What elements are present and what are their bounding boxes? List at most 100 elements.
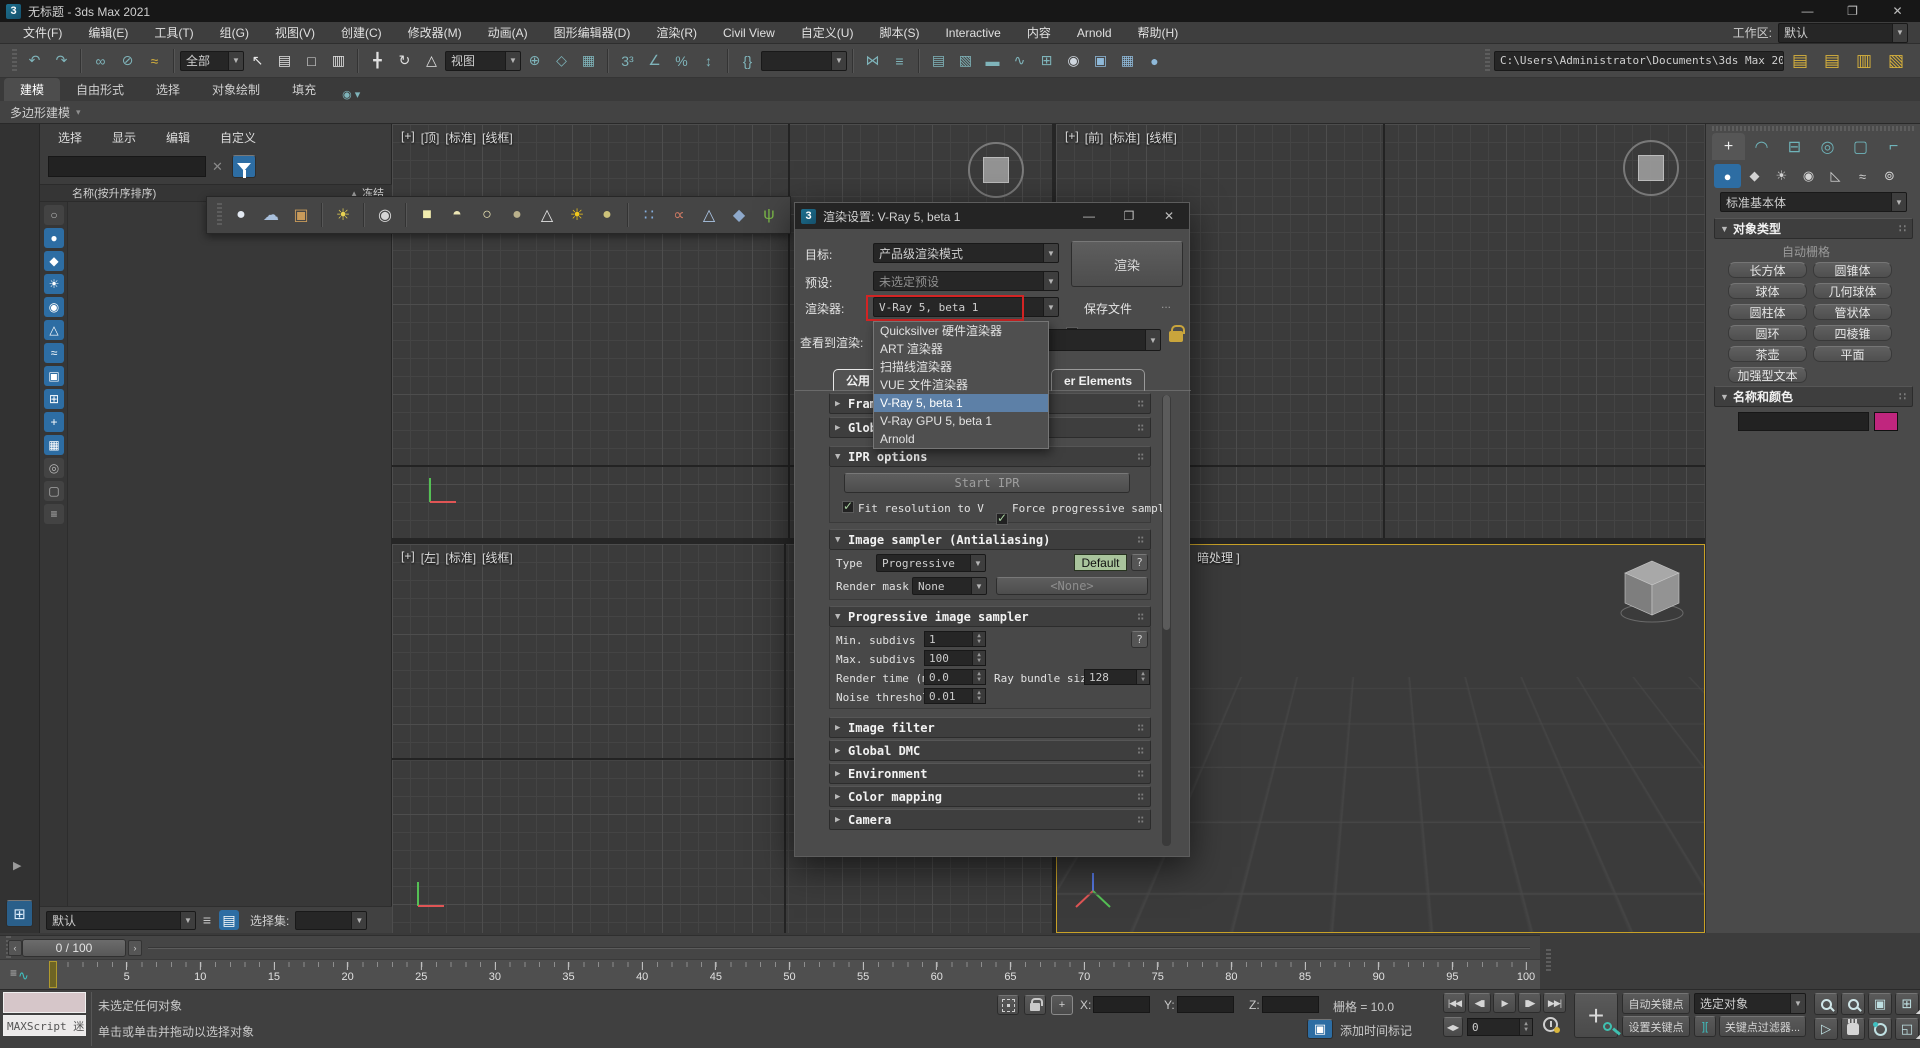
- primitive-button[interactable]: 平面: [1813, 346, 1892, 362]
- ribbon-panel-title[interactable]: 多边形建模: [10, 104, 70, 121]
- vray-plane-light-icon[interactable]: ■: [412, 201, 442, 229]
- object-name-field[interactable]: [1738, 412, 1869, 431]
- primitive-button[interactable]: 长方体: [1728, 262, 1807, 278]
- vray-fur-icon[interactable]: ψ: [754, 201, 784, 229]
- schematic-view-icon[interactable]: ⊞: [1034, 48, 1059, 73]
- play-icon[interactable]: ▶: [1493, 993, 1516, 1013]
- use-pivot-center-icon[interactable]: ⊕: [522, 48, 547, 73]
- toolbar-grip[interactable]: [1546, 949, 1551, 973]
- display-xrefs-icon[interactable]: ⊞: [44, 389, 64, 409]
- display-materials-icon[interactable]: ◎: [44, 458, 64, 478]
- select-and-manipulate-icon[interactable]: ◇: [549, 48, 574, 73]
- help-button[interactable]: ?: [1131, 554, 1148, 571]
- viewport-label-token[interactable]: [线框]: [1146, 129, 1177, 146]
- display-tab[interactable]: ▢: [1844, 133, 1877, 160]
- toolbar-grip[interactable]: [1485, 49, 1490, 73]
- undo-icon[interactable]: ↶: [22, 48, 47, 73]
- toggle-layer-explorer-icon[interactable]: ▧: [953, 48, 978, 73]
- selection-set-dropdown[interactable]: ▼: [295, 911, 367, 930]
- menu-item[interactable]: Arnold: [1064, 22, 1125, 44]
- select-and-scale-icon[interactable]: △: [419, 48, 444, 73]
- default-button[interactable]: Default: [1074, 554, 1127, 571]
- absolute-mode-toggle-icon[interactable]: +: [1051, 995, 1073, 1015]
- menu-item[interactable]: 文件(F): [10, 22, 75, 44]
- keyboard-shortcut-override-icon[interactable]: ▦: [576, 48, 601, 73]
- start-ipr-button[interactable]: Start IPR: [844, 473, 1130, 493]
- track-bar-ruler[interactable]: 0510152025303540455055606570758085909510…: [53, 960, 1526, 990]
- dialog-close-button[interactable]: ✕: [1149, 203, 1189, 229]
- vray-sun-icon[interactable]: ☀: [562, 201, 592, 229]
- max-subdivs-field[interactable]: 100▲▼: [924, 650, 986, 666]
- space-warps-icon[interactable]: ≈: [1849, 164, 1876, 188]
- viewport-label-token[interactable]: [顶]: [421, 129, 440, 146]
- hierarchy-view-icon[interactable]: ▤: [219, 910, 239, 930]
- motion-tab[interactable]: ◎: [1811, 133, 1844, 160]
- render-time-field[interactable]: 0.0▲▼: [924, 669, 986, 685]
- dialog-scrollbar[interactable]: [1162, 395, 1171, 846]
- dialog-maximize-button[interactable]: ❐: [1109, 203, 1149, 229]
- renderer-dropdown[interactable]: V-Ray 5, beta 1 ▼: [873, 297, 1059, 317]
- zoom-extents-all-icon[interactable]: ⊞: [1895, 993, 1919, 1015]
- project-settings-icon[interactable]: ▧: [1881, 48, 1911, 73]
- viewport-label-token[interactable]: [标准]: [1109, 129, 1140, 146]
- selection-lock-toggle-icon[interactable]: [1024, 995, 1046, 1015]
- list-view-icon[interactable]: ≡: [197, 910, 217, 930]
- toggle-scene-explorer-icon[interactable]: ▤: [926, 48, 951, 73]
- select-and-rotate-icon[interactable]: ↻: [392, 48, 417, 73]
- explorer-menu-item[interactable]: 自定义: [220, 129, 256, 146]
- renderer-option[interactable]: V-Ray 5, beta 1: [874, 394, 1048, 412]
- display-space-warps-icon[interactable]: ≈: [44, 343, 64, 363]
- selection-filter-dropdown[interactable]: 全部▼: [180, 51, 244, 71]
- primitive-button[interactable]: 茶壶: [1728, 346, 1807, 362]
- lights-icon[interactable]: ☀: [1768, 164, 1795, 188]
- create-tab[interactable]: +: [1712, 133, 1745, 160]
- time-slider-handle[interactable]: 0 / 100: [22, 939, 126, 957]
- display-shapes-icon[interactable]: ◆: [44, 251, 64, 271]
- collapsed-rollout[interactable]: ▶Camera∷: [829, 809, 1151, 830]
- rollout-progressive-sampler[interactable]: ▼Progressive image sampler∷: [829, 606, 1151, 627]
- select-by-name-icon[interactable]: ▤: [272, 48, 297, 73]
- preset-dropdown[interactable]: 未选定预设▼: [873, 271, 1059, 291]
- unlink-selection-icon[interactable]: ⊘: [115, 48, 140, 73]
- add-time-tag[interactable]: 添加时间标记: [1340, 1022, 1412, 1039]
- bind-to-space-warp-icon[interactable]: ≈: [142, 48, 167, 73]
- key-mode-toggle-icon[interactable]: ◀▶: [1443, 1017, 1463, 1037]
- named-selection-sets-dropdown[interactable]: ▼: [761, 51, 847, 71]
- viewport-label-token[interactable]: [左]: [421, 549, 440, 566]
- vray-sphere-light-icon[interactable]: ○: [472, 201, 502, 229]
- x-coordinate-field[interactable]: [1093, 996, 1150, 1013]
- viewcube[interactable]: [1616, 557, 1688, 627]
- display-containers-icon[interactable]: ▦: [44, 435, 64, 455]
- explorer-menu-item[interactable]: 显示: [112, 129, 136, 146]
- field-of-view-icon[interactable]: ▷: [1814, 1018, 1838, 1040]
- display-frozen-icon[interactable]: ▢: [44, 481, 64, 501]
- explorer-menu-item[interactable]: 编辑: [166, 129, 190, 146]
- dialog-title-bar[interactable]: 3 渲染设置: V-Ray 5, beta 1 —❐✕: [795, 203, 1189, 229]
- window-crossing-toggle-icon[interactable]: ▥: [326, 48, 351, 73]
- menu-item[interactable]: 帮助(H): [1125, 22, 1192, 44]
- select-and-move-icon[interactable]: ╋: [365, 48, 390, 73]
- display-hidden-icon[interactable]: ≡: [44, 504, 64, 524]
- toggle-ribbon-icon[interactable]: ▬: [980, 48, 1005, 73]
- tab-render-elements[interactable]: er Elements: [1051, 369, 1145, 391]
- modify-tab[interactable]: ◠: [1745, 133, 1778, 160]
- percent-snap-icon[interactable]: %: [669, 48, 694, 73]
- z-coordinate-field[interactable]: [1262, 996, 1319, 1013]
- zoom-extents-icon[interactable]: ▣: [1868, 993, 1892, 1015]
- menu-item[interactable]: 脚本(S): [866, 22, 932, 44]
- minimize-button[interactable]: —: [1785, 0, 1830, 22]
- grid-toggle-icon[interactable]: ⊞: [6, 900, 33, 927]
- rollout-object-type[interactable]: ▼对象类型∷: [1714, 218, 1913, 239]
- primitive-button[interactable]: 管状体: [1813, 304, 1892, 320]
- close-button[interactable]: ✕: [1875, 0, 1920, 22]
- collapsed-rollout[interactable]: ▶Image filter∷: [829, 717, 1151, 738]
- vray-proxy-icon[interactable]: ∝: [664, 201, 694, 229]
- time-configuration-icon[interactable]: [1543, 1017, 1558, 1032]
- primitive-button[interactable]: 加强型文本: [1728, 367, 1807, 383]
- vray-teapot-icon[interactable]: ●: [226, 201, 256, 229]
- primitive-button[interactable]: 几何球体: [1813, 283, 1892, 299]
- viewport-label-token[interactable]: [线框]: [482, 549, 513, 566]
- maxscript-mini-listener-pink[interactable]: [3, 992, 86, 1013]
- display-groups-icon[interactable]: ▣: [44, 366, 64, 386]
- collapsed-rollout[interactable]: ▶Environment∷: [829, 763, 1151, 784]
